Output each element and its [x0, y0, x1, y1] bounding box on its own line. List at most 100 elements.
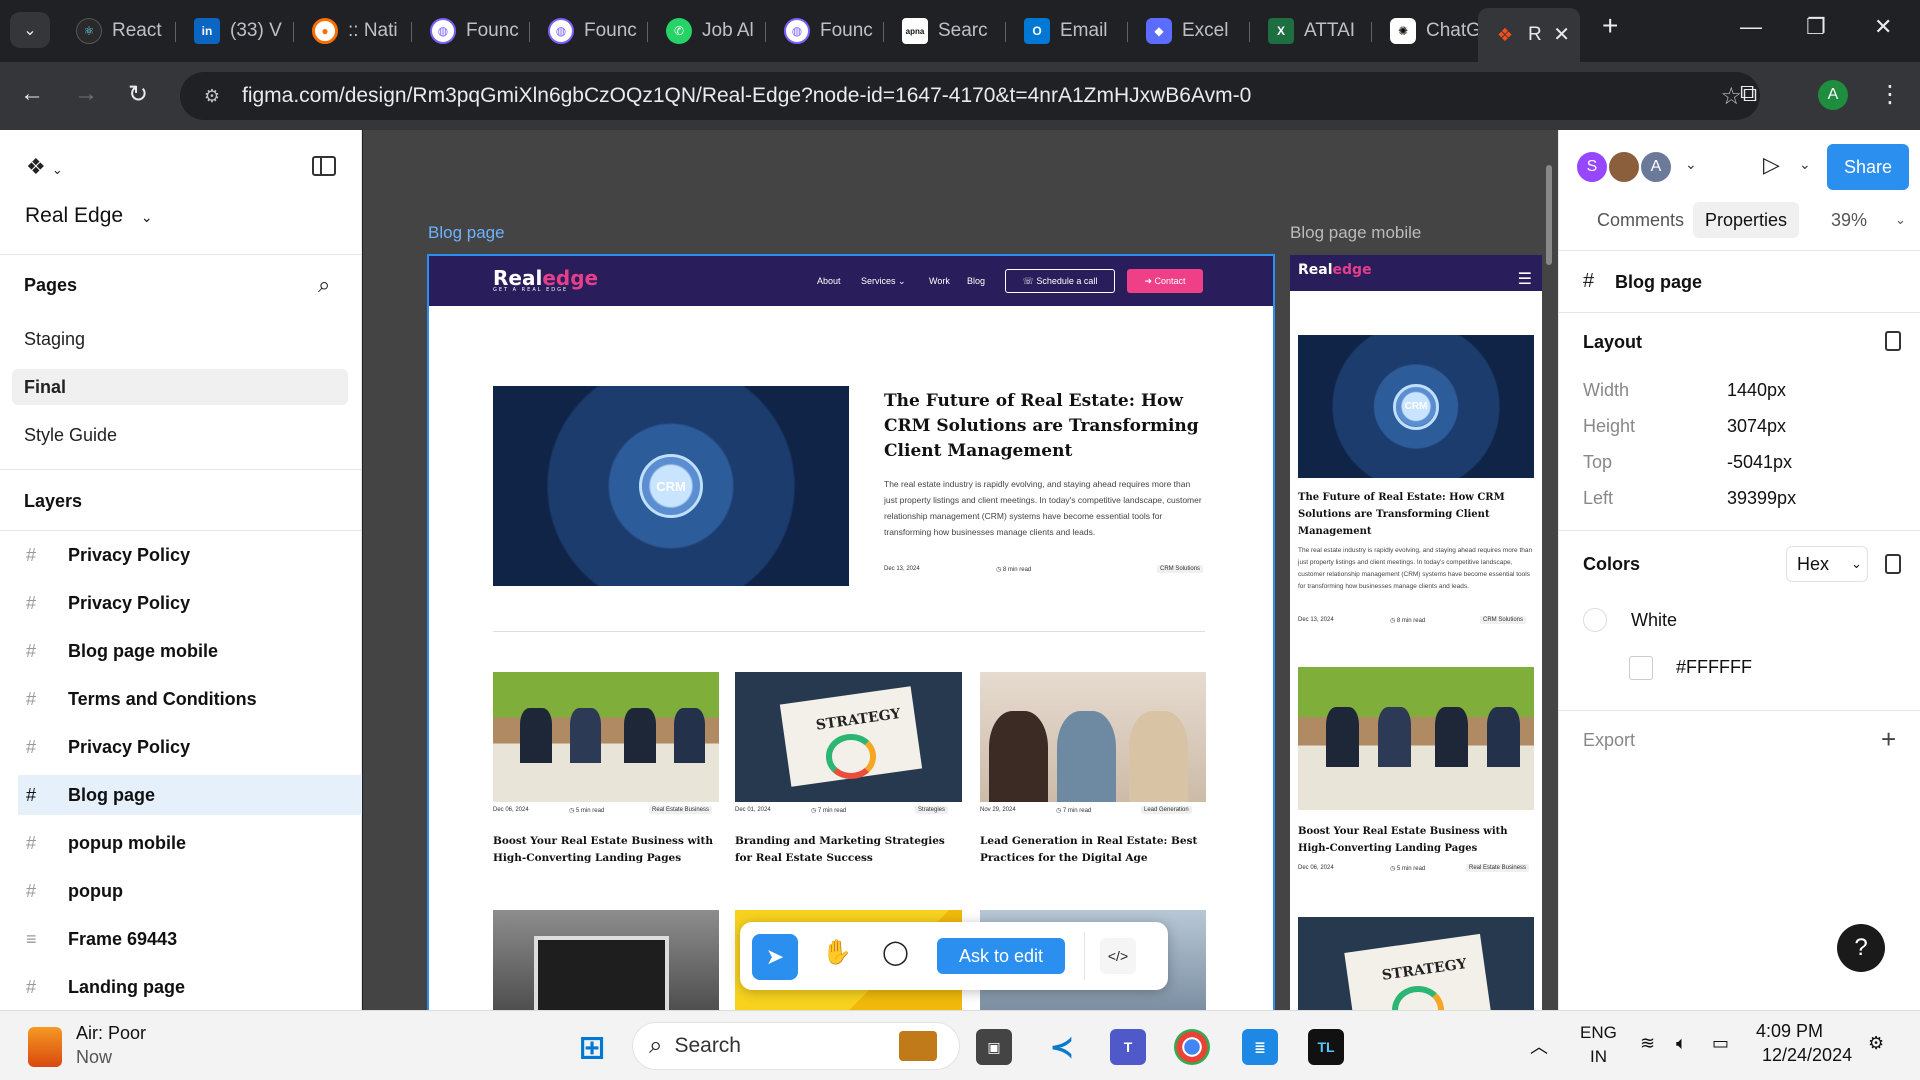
address-bar[interactable]: ⚙ figma.com/design/Rm3pqGmiXln6gbCzOQz1Q… [180, 72, 1760, 120]
layer-item-selected[interactable]: # Blog page [18, 775, 362, 815]
post-date: Dec 01, 2024 [735, 807, 771, 813]
browser-tab[interactable]: ◍ Founc [416, 12, 520, 50]
color-format-select[interactable]: Hex ⌄ [1786, 546, 1868, 582]
layer-item[interactable]: ≡ Frame 69443 [18, 919, 362, 959]
vscode-icon[interactable]: ≺ [1044, 1029, 1080, 1065]
layer-item[interactable]: # Terms and Conditions [18, 679, 362, 719]
browser-tab[interactable]: O Email [1010, 12, 1122, 50]
post-title: Boost Your Real Estate Business with Hig… [493, 835, 714, 864]
add-export-icon[interactable]: + [1881, 724, 1896, 755]
avatar[interactable]: S [1575, 150, 1609, 184]
weather-title[interactable]: Air: Poor [76, 1023, 146, 1044]
language-bottom[interactable]: IN [1590, 1047, 1607, 1067]
browser-tab[interactable]: ◍ Founc [534, 12, 638, 50]
avatar[interactable] [1607, 150, 1641, 184]
dev-mode-icon[interactable]: </> [1100, 938, 1136, 974]
tray-chevron-icon[interactable]: ︿ [1530, 1033, 1548, 1059]
air-quality-icon[interactable] [28, 1027, 62, 1067]
minimize-icon[interactable]: — [1740, 14, 1762, 40]
post-date: Dec 06, 2024 [1298, 865, 1334, 871]
battery-icon[interactable]: ▭ [1712, 1033, 1729, 1054]
canvas-scrollbar[interactable] [1546, 165, 1552, 265]
help-button[interactable]: ? [1837, 924, 1885, 972]
close-icon[interactable]: ✕ [1553, 22, 1570, 47]
tab-search-button[interactable]: ⌄ [10, 12, 50, 48]
chevron-down-icon[interactable]: ⌄ [1799, 156, 1811, 173]
hand-tool-icon[interactable]: ✋ [822, 938, 852, 967]
search-icon[interactable]: ⌕ [318, 272, 330, 298]
reload-icon[interactable]: ↻ [128, 80, 148, 109]
share-button[interactable]: Share [1827, 144, 1909, 190]
start-icon[interactable]: ⊞ [574, 1029, 610, 1065]
page-item-staging[interactable]: Staging [12, 321, 348, 357]
window-close-icon[interactable]: ✕ [1874, 14, 1892, 40]
browser-tab[interactable]: X ATTAI [1254, 12, 1366, 50]
chrome-icon[interactable] [1174, 1029, 1210, 1065]
taskbar-search[interactable]: ⌕ Search [632, 1022, 960, 1070]
ask-to-edit-button[interactable]: Ask to edit [937, 938, 1065, 974]
terminal-icon[interactable]: TL [1308, 1029, 1344, 1065]
tab-properties[interactable]: Properties [1693, 202, 1800, 238]
wifi-icon[interactable]: ≋ [1640, 1033, 1655, 1054]
present-play-icon[interactable]: ▷ [1763, 152, 1780, 178]
task-view-icon[interactable]: ▣ [976, 1029, 1012, 1065]
browser-tab-active[interactable]: ❖ R ✕ [1478, 8, 1580, 62]
tab-comments[interactable]: Comments [1585, 202, 1696, 238]
site-settings-icon[interactable]: ⚙ [192, 86, 232, 107]
chevron-down-icon[interactable]: ⌄ [1685, 156, 1697, 173]
browser-tab[interactable]: ◆ Excel [1132, 12, 1244, 50]
teams-icon[interactable]: T [1110, 1029, 1146, 1065]
browser-tab[interactable]: ● :: Nati [298, 12, 402, 50]
zoom-level[interactable]: 39% ⌄ [1819, 202, 1918, 238]
layer-item[interactable]: # Privacy Policy [18, 535, 362, 575]
layer-item[interactable]: # popup [18, 871, 362, 911]
frame-label-mobile[interactable]: Blog page mobile [1290, 223, 1421, 243]
browser-tab[interactable]: ⚛ React [62, 12, 166, 50]
browser-tab[interactable]: apna Searc [888, 12, 998, 50]
blog-page-mobile-frame[interactable]: Realedge ☰ CRM The Future of Real Estate… [1290, 255, 1542, 1010]
browser-tab[interactable]: in (33) V [180, 12, 284, 50]
bookmark-star-icon[interactable]: ☆ [1720, 82, 1742, 111]
panel-toggle-icon[interactable] [312, 156, 336, 176]
back-icon[interactable]: ← [20, 80, 44, 108]
restore-icon[interactable]: ❐ [1806, 14, 1826, 40]
copy-icon[interactable] [1885, 331, 1901, 351]
more-menu-icon[interactable]: ⋮ [1878, 80, 1902, 109]
layer-item[interactable]: # Privacy Policy [18, 727, 362, 767]
clock-date[interactable]: 12/24/2024 [1762, 1045, 1852, 1066]
layer-item[interactable]: # Landing page [18, 967, 362, 1007]
url-text[interactable]: figma.com/design/Rm3pqGmiXln6gbCzOQz1QN/… [242, 84, 1251, 108]
extensions-icon[interactable]: ⧉ [1740, 80, 1757, 108]
page-item-final[interactable]: Final [12, 369, 348, 405]
layer-item[interactable]: # Privacy Policy [18, 583, 362, 623]
move-tool-icon[interactable]: ➤ [752, 934, 798, 980]
color-swatch[interactable] [1629, 656, 1653, 680]
layer-item[interactable]: # popup mobile [18, 823, 362, 863]
frame-label-desktop[interactable]: Blog page [428, 223, 505, 243]
volume-icon[interactable]: 🔈︎ [1676, 1033, 1687, 1054]
browser-tab[interactable]: ◍ Founc [770, 12, 874, 50]
copy-icon[interactable] [1885, 554, 1901, 574]
comment-tool-icon[interactable]: ◯ [882, 938, 909, 967]
language-top[interactable]: ENG [1580, 1023, 1617, 1043]
clock-time[interactable]: 4:09 PM [1756, 1021, 1823, 1042]
browser-tab-bar: ⌄ ⚛ React in (33) V ● :: Nati ◍ Founc ◍ … [0, 0, 1920, 62]
browser-tab[interactable]: ✺ ChatG [1376, 12, 1488, 50]
file-name[interactable]: Real Edge ⌄ [25, 204, 153, 228]
avatar[interactable]: A [1639, 150, 1673, 184]
page-item-style-guide[interactable]: Style Guide [12, 417, 348, 453]
browser-tab[interactable]: ✆ Job Al [652, 12, 756, 50]
figma-menu-icon[interactable]: ❖ ⌄ [26, 154, 63, 180]
export-title: Export [1583, 730, 1636, 750]
auto-layout-icon: ≡ [26, 928, 37, 949]
figma-canvas[interactable]: Blog page Blog page mobile Realedge GET … [363, 130, 1558, 1010]
color-swatch[interactable] [1583, 608, 1607, 632]
color-hex[interactable]: #FFFFFF [1676, 657, 1752, 678]
blog-page-frame[interactable]: Realedge GET A REAL EDGE About Services … [427, 254, 1275, 1010]
notepad-icon[interactable]: ≣ [1242, 1029, 1278, 1065]
layer-item[interactable]: # Blog page mobile [18, 631, 362, 671]
notification-icon[interactable]: ⚙ [1868, 1033, 1884, 1054]
forward-icon[interactable]: → [74, 80, 98, 108]
new-tab-icon[interactable]: + [1602, 10, 1618, 42]
profile-avatar[interactable]: A [1818, 80, 1848, 110]
